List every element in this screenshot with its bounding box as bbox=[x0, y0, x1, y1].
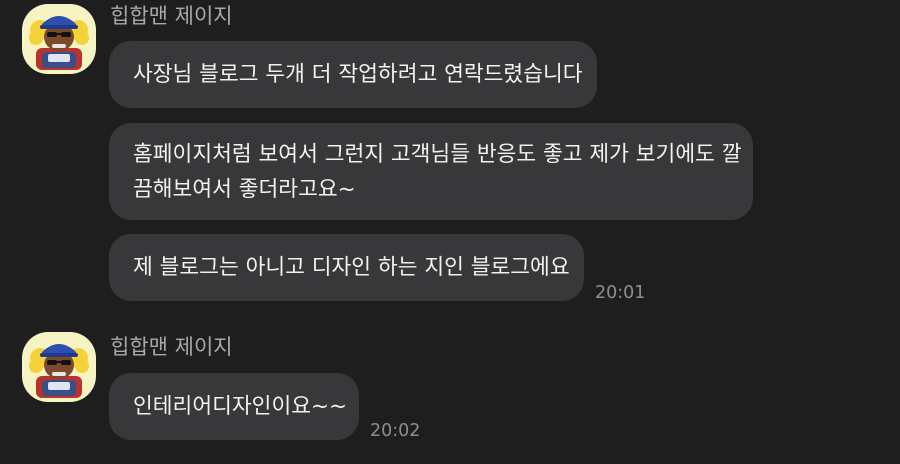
chat-window: 힙합맨 제이지 사장님 블로그 두개 더 작업하려고 연락드렸습니다 홈페이지처… bbox=[0, 0, 900, 464]
message-timestamp: 20:02 bbox=[370, 421, 421, 441]
message-text: 사장님 블로그 두개 더 작업하려고 연락드렸습니다 bbox=[133, 62, 583, 87]
message-text: 인테리어디자인이요~~ bbox=[133, 394, 348, 419]
message-text: 제 블로그는 아니고 디자인 하는 지인 블로그에요 bbox=[133, 255, 570, 280]
message-text: 끔해보여서 좋더라고요~ bbox=[133, 177, 356, 202]
sender-name: 힙합맨 제이지 bbox=[110, 335, 233, 359]
message-bubble[interactable]: 홈페이지처럼 보여서 그런지 고객님들 반응도 좋고 제가 보기에도 깔 끔해보… bbox=[109, 123, 753, 220]
sender-avatar[interactable] bbox=[22, 4, 96, 74]
sender-name: 힙합맨 제이지 bbox=[110, 4, 233, 28]
message-bubble[interactable]: 사장님 블로그 두개 더 작업하려고 연락드렸습니다 bbox=[109, 41, 597, 108]
message-bubble[interactable]: 인테리어디자인이요~~ bbox=[109, 373, 359, 440]
sender-avatar[interactable] bbox=[22, 332, 96, 402]
hiphop-character-avatar-icon bbox=[29, 344, 89, 398]
message-text: 홈페이지처럼 보여서 그런지 고객님들 반응도 좋고 제가 보기에도 깔 bbox=[133, 142, 742, 167]
message-timestamp: 20:01 bbox=[595, 283, 646, 303]
message-bubble[interactable]: 제 블로그는 아니고 디자인 하는 지인 블로그에요 bbox=[109, 234, 584, 301]
hiphop-character-avatar-icon bbox=[29, 16, 89, 70]
